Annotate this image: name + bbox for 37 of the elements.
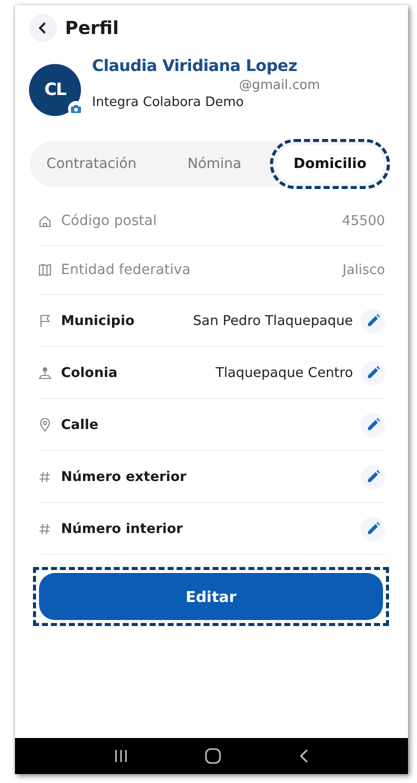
field-label: Número exterior — [61, 468, 188, 484]
edit-icon[interactable] — [361, 308, 385, 332]
edit-icon[interactable] — [361, 360, 385, 384]
hash-icon — [38, 522, 52, 536]
home-icon[interactable] — [205, 748, 222, 764]
avatar-initials: CL — [44, 80, 66, 100]
back-button[interactable] — [29, 14, 57, 42]
tab[interactable]: Domicilio — [276, 145, 384, 183]
user-name: Claudia Viridiana Lopez — [92, 56, 298, 75]
edit-button[interactable]: Editar — [39, 573, 383, 620]
flag-icon — [38, 314, 52, 328]
field-label: Entidad federativa — [61, 262, 192, 278]
field-label: Calle — [61, 416, 100, 432]
hash-icon — [38, 470, 52, 484]
edit-icon[interactable] — [361, 516, 385, 540]
field-label: Colonia — [61, 364, 118, 380]
field-label: Código postal — [61, 213, 158, 229]
edit-icon[interactable] — [361, 412, 385, 436]
recent-apps-icon[interactable] — [114, 749, 128, 763]
field-label: Municipio — [61, 312, 136, 328]
field-value: Tlaquepaque Centro — [216, 364, 353, 380]
company-name: Integra Colabora Demo — [92, 95, 245, 110]
edit-icon[interactable] — [361, 464, 385, 488]
tab[interactable]: Nómina — [153, 145, 276, 183]
field-label: Número interior — [61, 520, 184, 536]
person-pin-icon — [38, 366, 52, 380]
location-pin-icon — [38, 418, 52, 432]
house-icon — [38, 214, 52, 228]
field-value: 45500 — [342, 213, 385, 229]
tab[interactable]: Contratación — [30, 145, 153, 183]
field-value: San Pedro Tlaquepaque — [192, 312, 353, 328]
chevron-left-icon — [38, 21, 48, 35]
page-title: Perfil — [65, 18, 119, 38]
user-email: @gmail.com — [238, 78, 320, 93]
back-icon[interactable] — [299, 749, 310, 763]
field-value: Jalisco — [342, 262, 385, 278]
map-icon — [38, 263, 52, 277]
